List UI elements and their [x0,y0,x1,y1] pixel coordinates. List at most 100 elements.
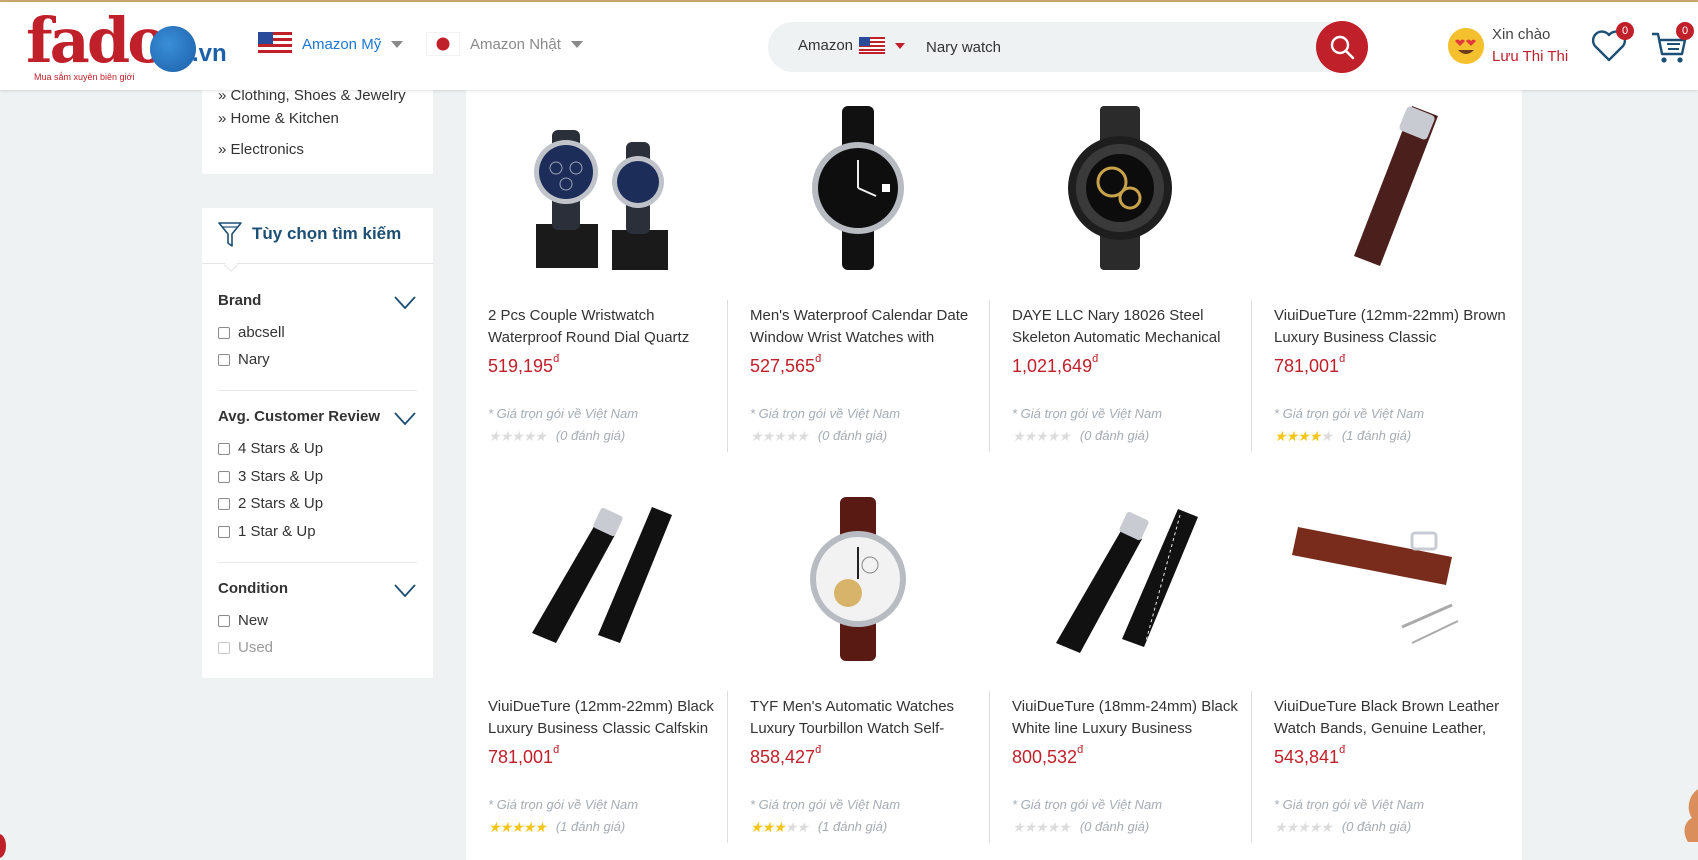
product-price: 519,195đ [488,353,560,376]
product-card[interactable]: ViuiDueTure Black Brown Leather Watch Ba… [1251,481,1512,860]
product-card[interactable]: ViuiDueTure (12mm-22mm) Black Luxury Bus… [466,481,726,860]
product-image-tourbillon-watch[interactable] [738,493,978,663]
product-card[interactable]: DAYE LLC Nary 18026 Steel Skeleton Autom… [989,90,1250,480]
heart-eyes-emoji-icon [1448,28,1484,64]
filter-option-abcsell[interactable]: abcsell [218,324,285,341]
search-source-select[interactable]: Amazon [798,37,906,54]
cart-button[interactable]: 0 [1650,22,1694,68]
region-label: Amazon Nhật [470,35,561,53]
fado-logo[interactable]: fado .vn Mua sắm xuyên biên giới [26,10,236,83]
product-image-skeleton-watch[interactable] [1000,102,1240,272]
star-icon: ★ [1274,818,1287,835]
filter-option-3-stars[interactable]: 3 Stars & Up [218,468,323,485]
star-icon: ★ [522,818,536,835]
star-icon: ★ [488,427,501,444]
chevron-down-icon[interactable] [394,584,416,598]
checkbox [218,641,230,654]
filter-option-4-stars[interactable]: 4 Stars & Up [218,440,323,457]
search-input[interactable] [926,32,1266,62]
checkbox[interactable] [218,470,230,483]
product-title[interactable]: ViuiDueTure (18mm-24mm) Black White line… [1012,696,1244,740]
filters-header: Tùy chọn tìm kiếm [202,208,433,273]
product-price: 1,021,649đ [1012,353,1099,376]
wishlist-button[interactable]: 0 [1590,22,1634,68]
product-title[interactable]: ViuiDueTure (12mm-22mm) Brown Luxury Bus… [1274,305,1506,349]
product-title[interactable]: DAYE LLC Nary 18026 Steel Skeleton Autom… [1012,305,1244,349]
product-card[interactable]: Men's Waterproof Calendar Date Window Wr… [727,90,988,480]
product-title[interactable]: ViuiDueTure (12mm-22mm) Black Luxury Bus… [488,696,720,740]
star-icon: ★ [1058,818,1071,835]
star-icon: ★ [761,818,775,835]
product-card[interactable]: TYF Men's Automatic Watches Luxury Tourb… [727,481,988,860]
filter-section-brand-title[interactable]: Brand [218,292,261,309]
checkbox[interactable] [218,497,230,510]
star-icon: ★ [1012,427,1025,444]
product-title[interactable]: TYF Men's Automatic Watches Luxury Tourb… [750,696,982,740]
star-rating-icon: ★ ★ ★ ★ ★ [488,427,547,444]
filter-option-1-star[interactable]: 1 Star & Up [218,523,316,540]
divider [989,300,990,452]
category-item[interactable]: » Electronics [218,141,304,158]
star-icon: ★ [1012,818,1025,835]
filter-section-condition-title[interactable]: Condition [218,580,288,597]
user-greeting: Xin chào [1492,26,1551,43]
category-list: » Clothing, Shoes & Jewelry » Home & Kit… [202,90,433,174]
category-item[interactable]: » Home & Kitchen [218,110,339,127]
star-icon: ★ [1285,427,1299,444]
product-price: 781,001đ [1274,353,1346,376]
star-icon: ★ [499,818,513,835]
filter-option-nary[interactable]: Nary [218,351,270,368]
product-image-black-strap[interactable] [476,493,716,663]
star-rating-icon: ★ ★ ★ ★ ★ [1274,427,1333,444]
support-avatar-edge[interactable] [1678,788,1698,842]
divider [1251,691,1252,843]
region-amazon-jp[interactable]: Amazon Nhật [426,32,583,56]
product-image-black-white-strap[interactable] [1000,493,1240,663]
star-icon: ★ [488,818,501,835]
product-card[interactable]: 2 Pcs Couple Wristwatch Waterproof Round… [466,90,726,480]
star-icon: ★ [1308,818,1322,835]
star-icon: ★ [1058,427,1071,444]
star-icon: ★ [784,427,798,444]
price-note: * Giá trọn gói về Việt Nam [750,797,901,812]
star-icon: ★ [750,427,763,444]
chevron-down-icon[interactable] [394,412,416,426]
filter-option-2-stars[interactable]: 2 Stars & Up [218,495,323,512]
category-item[interactable]: » Clothing, Shoes & Jewelry [218,90,406,104]
product-rating: ★ ★ ★ ★ ★ (0 đánh giá) [750,427,888,444]
product-image-couple-watch[interactable] [476,102,716,272]
product-title[interactable]: Men's Waterproof Calendar Date Window Wr… [750,305,982,349]
divider [727,691,728,843]
search-source-label: Amazon [798,37,854,54]
divider [727,300,728,452]
product-title[interactable]: 2 Pcs Couple Wristwatch Waterproof Round… [488,305,720,349]
region-amazon-us[interactable]: Amazon Mỹ [258,32,404,56]
product-image-brown-band[interactable] [1262,493,1502,663]
search-icon [1330,35,1355,60]
product-image-black-dial-watch[interactable] [738,102,978,272]
filter-option-new[interactable]: New [218,612,268,629]
price-note: * Giá trọn gói về Việt Nam [750,406,901,421]
checkbox[interactable] [218,525,230,538]
product-title[interactable]: ViuiDueTure Black Brown Leather Watch Ba… [1274,696,1506,740]
checkbox[interactable] [218,326,230,339]
star-rating-icon: ★ ★ ★ ★ ★ [750,427,809,444]
star-icon: ★ [1035,818,1048,835]
product-card[interactable]: ViuiDueTure (18mm-24mm) Black White line… [989,481,1250,860]
checkbox[interactable] [218,614,230,627]
chevron-down-icon[interactable] [394,296,416,310]
product-image-brown-strap[interactable] [1262,102,1502,272]
checkbox[interactable] [218,442,230,455]
logo-tagline: Mua sắm xuyên biên giới [34,72,135,82]
search-button[interactable] [1316,21,1368,73]
filter-section-review-title[interactable]: Avg. Customer Review [218,408,380,425]
checkbox[interactable] [218,353,230,366]
star-icon: ★ [1046,427,1060,444]
user-name: Lưu Thi Thi [1492,48,1569,65]
chat-widget-edge[interactable] [0,834,6,858]
product-card[interactable]: ViuiDueTure (12mm-22mm) Brown Luxury Bus… [1251,90,1512,480]
star-icon: ★ [1297,818,1310,835]
star-icon: ★ [1297,427,1310,444]
star-icon: ★ [1023,818,1037,835]
search-filters-panel: Tùy chọn tìm kiếm Brand abcsell Nary Avg… [202,208,433,678]
